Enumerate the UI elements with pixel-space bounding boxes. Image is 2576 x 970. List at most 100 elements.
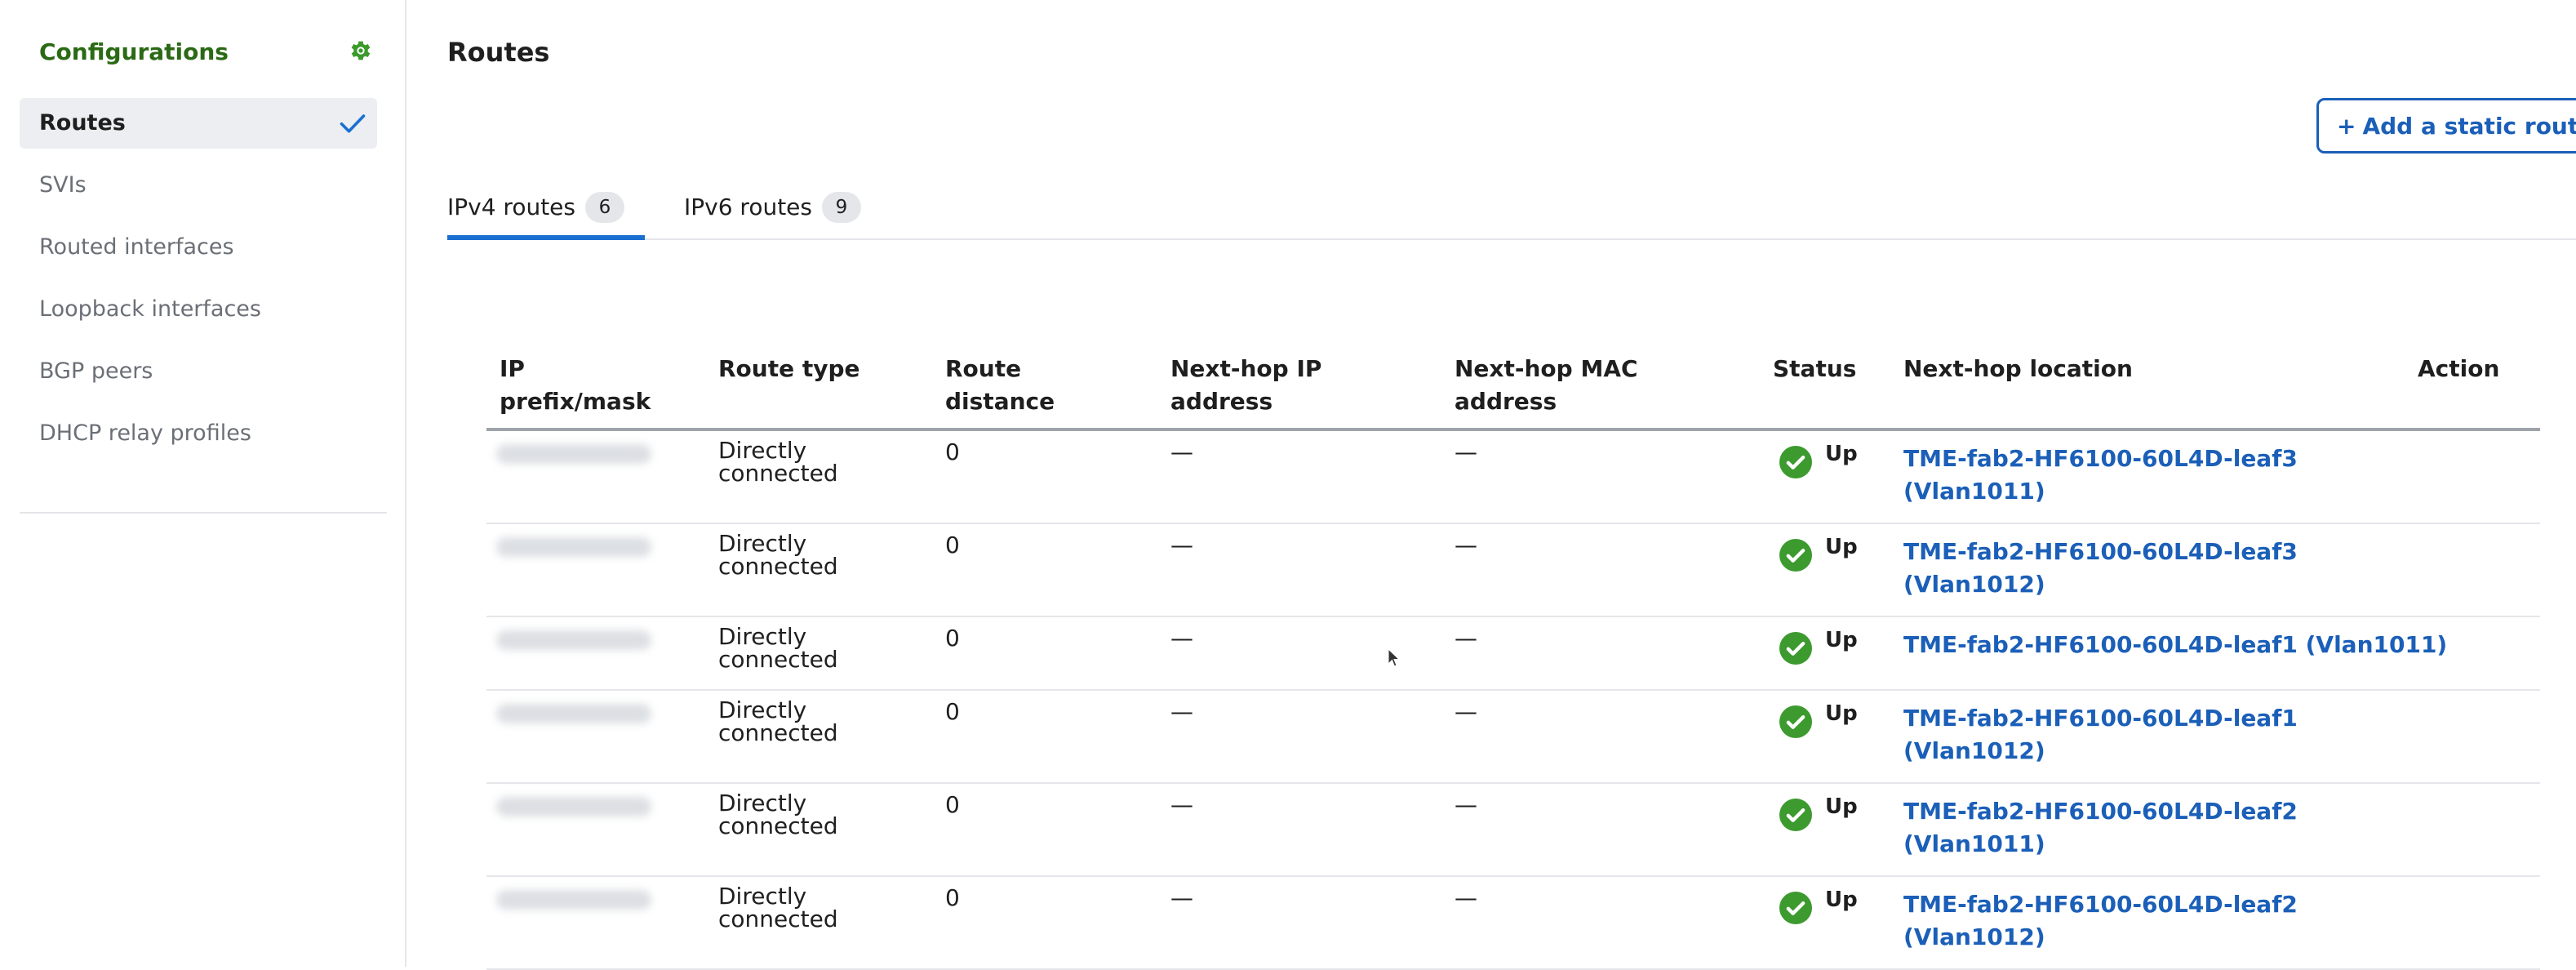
next-hop-ip-cell: —: [1170, 884, 1193, 911]
column-header-next-hop-mac[interactable]: Next-hop MAC address: [1455, 353, 1638, 418]
header-line: address: [1455, 388, 1557, 415]
ip-prefix-redacted: [496, 890, 651, 910]
cell-line: Directly: [718, 696, 807, 723]
link-line: (Vlan1011): [1903, 478, 2045, 505]
cell-line: connected: [718, 646, 838, 673]
sidebar-item-label: SVIs: [39, 172, 87, 198]
link-line: TME-fab2-HF6100-60L4D-leaf2: [1903, 798, 2298, 825]
table-row: Directly connected 0 — — Up TME-fab2-HF61…: [486, 431, 2540, 524]
plus-icon: +: [2337, 113, 2356, 140]
column-header-route-type[interactable]: Route type: [718, 353, 860, 385]
gear-icon[interactable]: [348, 38, 374, 64]
tab-ipv6-routes[interactable]: IPv6 routes 9: [684, 188, 888, 238]
sidebar-item-label: Routes: [39, 110, 126, 136]
cell-line: connected: [718, 460, 838, 487]
cell-line: connected: [718, 812, 838, 839]
route-distance-cell: 0: [945, 884, 960, 911]
add-static-route-button[interactable]: + Add a static route: [2316, 98, 2576, 154]
link-line: TME-fab2-HF6100-60L4D-leaf1: [1903, 705, 2298, 732]
sidebar-nav: Routes SVIs Routed interfaces Loopback i…: [20, 98, 377, 470]
ip-prefix-redacted: [496, 797, 651, 816]
link-line: (Vlan1012): [1903, 923, 2045, 950]
check-circle-icon: [1779, 632, 1812, 665]
cell-line: Directly: [718, 883, 807, 910]
route-type-cell: Directly connected: [718, 885, 838, 931]
tab-count-badge: 9: [822, 192, 861, 223]
next-hop-location-link[interactable]: TME-fab2-HF6100-60L4D-leaf3 (Vlan1012): [1903, 536, 2298, 601]
link-line: (Vlan1012): [1903, 571, 2045, 598]
cell-line: Directly: [718, 437, 807, 464]
next-hop-location-link[interactable]: TME-fab2-HF6100-60L4D-leaf2 (Vlan1011): [1903, 795, 2298, 861]
next-hop-ip-cell: —: [1170, 532, 1193, 558]
next-hop-location-link[interactable]: TME-fab2-HF6100-60L4D-leaf3 (Vlan1011): [1903, 443, 2298, 508]
check-circle-icon: [1779, 799, 1812, 831]
sidebar-item-label: DHCP relay profiles: [39, 420, 251, 446]
next-hop-location-link[interactable]: TME-fab2-HF6100-60L4D-leaf1 (Vlan1011): [1903, 629, 2447, 661]
sidebar-item-label: BGP peers: [39, 358, 153, 384]
route-distance-cell: 0: [945, 625, 960, 652]
checkmark-icon: [340, 114, 366, 133]
link-line: TME-fab2-HF6100-60L4D-leaf2: [1903, 891, 2298, 918]
table-header: IP prefix/mask Route type Route distance…: [486, 343, 2540, 431]
cell-line: Directly: [718, 623, 807, 650]
tab-label: IPv4 routes: [447, 194, 575, 220]
sidebar-item-svis[interactable]: SVIs: [20, 160, 377, 211]
header-line: prefix/mask: [500, 388, 651, 415]
column-header-next-hop-ip[interactable]: Next-hop IP address: [1170, 353, 1321, 418]
next-hop-ip-cell: —: [1170, 791, 1193, 818]
check-circle-icon: [1779, 705, 1812, 738]
header-line: Next-hop IP: [1170, 355, 1322, 382]
next-hop-ip-cell: —: [1170, 438, 1193, 465]
status-text: Up: [1825, 888, 1858, 912]
ip-prefix-redacted: [496, 630, 651, 650]
cell-line: Directly: [718, 790, 807, 816]
table-row: Directly connected 0 — — Up TME-fab2-HF61…: [486, 617, 2540, 691]
sidebar-item-routed-interfaces[interactable]: Routed interfaces: [20, 222, 377, 273]
page-title: Routes: [447, 37, 550, 68]
next-hop-mac-cell: —: [1455, 791, 1477, 818]
column-header-action: Action: [2418, 355, 2500, 382]
link-line: TME-fab2-HF6100-60L4D-leaf3: [1903, 538, 2298, 565]
route-type-cell: Directly connected: [718, 532, 838, 578]
column-header-next-hop-location[interactable]: Next-hop location: [1903, 353, 2133, 385]
link-line: TME-fab2-HF6100-60L4D-leaf1 (Vlan1011): [1903, 631, 2448, 658]
route-distance-cell: 0: [945, 438, 960, 465]
next-hop-location-link[interactable]: TME-fab2-HF6100-60L4D-leaf1 (Vlan1012): [1903, 702, 2298, 768]
link-line: TME-fab2-HF6100-60L4D-leaf3: [1903, 445, 2298, 472]
next-hop-mac-cell: —: [1455, 884, 1477, 911]
ip-prefix-redacted: [496, 537, 651, 557]
main-content: Routes + Add a static route IPv4 routes 6 …: [408, 0, 2576, 970]
status-text: Up: [1825, 701, 1858, 726]
table-row: Directly connected 0 — — Up TME-fab2-HF61…: [486, 784, 2540, 877]
next-hop-ip-cell: —: [1170, 698, 1193, 725]
table-row: Directly connected 0 — — Up TME-fab2-HF61…: [486, 524, 2540, 617]
check-circle-icon: [1779, 539, 1812, 572]
next-hop-mac-cell: —: [1455, 625, 1477, 652]
ip-prefix-redacted: [496, 704, 651, 723]
status-text: Up: [1825, 442, 1858, 466]
ip-prefix-redacted: [496, 444, 651, 464]
sidebar-item-routes[interactable]: Routes: [20, 98, 377, 149]
check-circle-icon: [1779, 892, 1812, 924]
link-line: (Vlan1011): [1903, 830, 2045, 857]
cell-line: connected: [718, 719, 838, 746]
route-tabs: IPv4 routes 6 IPv6 routes 9: [447, 188, 2576, 240]
column-header-status[interactable]: Status: [1773, 353, 1856, 385]
header-line: IP: [500, 355, 525, 382]
column-header-route-distance[interactable]: Route distance: [945, 353, 1055, 418]
route-type-cell: Directly connected: [718, 792, 838, 838]
tab-ipv4-routes[interactable]: IPv4 routes 6: [447, 188, 645, 240]
cell-line: connected: [718, 905, 838, 932]
sidebar-item-loopback-interfaces[interactable]: Loopback interfaces: [20, 284, 377, 335]
sidebar-item-dhcp-relay-profiles[interactable]: DHCP relay profiles: [20, 408, 377, 459]
status-text: Up: [1825, 794, 1858, 819]
tab-count-badge: 6: [585, 192, 624, 223]
sidebar-item-bgp-peers[interactable]: BGP peers: [20, 346, 377, 397]
next-hop-location-link[interactable]: TME-fab2-HF6100-60L4D-leaf2 (Vlan1012): [1903, 888, 2298, 954]
route-type-cell: Directly connected: [718, 439, 838, 485]
sidebar-header: Configurations: [39, 36, 374, 69]
sidebar-item-label: Routed interfaces: [39, 234, 234, 260]
sidebar-divider: [20, 512, 387, 514]
column-header-ip-prefix[interactable]: IP prefix/mask: [500, 353, 651, 418]
status-text: Up: [1825, 535, 1858, 559]
